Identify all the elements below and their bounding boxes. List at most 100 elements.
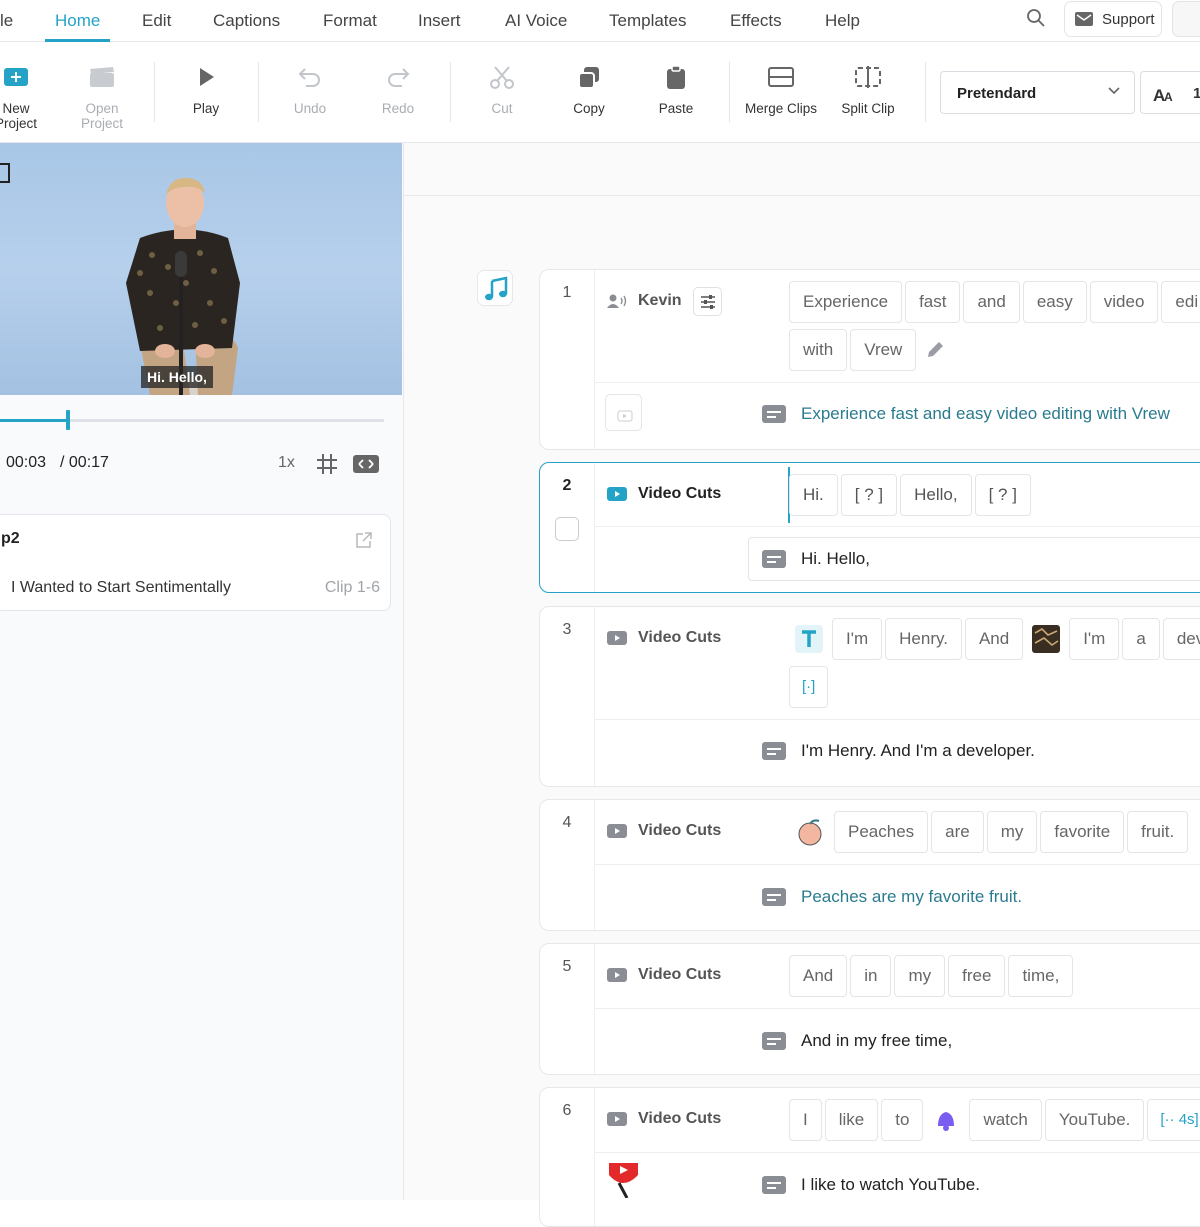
clip-1[interactable]: 1 Kevin Experience fast and easy video e… xyxy=(539,269,1200,450)
clip-5[interactable]: 5 Video Cuts And in my free time, And in… xyxy=(539,943,1200,1075)
word-chip[interactable]: [ ? ] xyxy=(974,474,1031,516)
speaker[interactable]: Video Cuts xyxy=(607,485,721,503)
word-chip[interactable]: easy xyxy=(1022,281,1087,323)
word-list: Peaches are my favorite fruit. xyxy=(789,811,1200,859)
menu-home[interactable]: Home xyxy=(55,0,100,42)
menu-captions[interactable]: Captions xyxy=(213,0,280,42)
speaker[interactable]: Video Cuts xyxy=(607,966,721,984)
clip-card[interactable]: p2 I Wanted to Start Sentimentally Clip … xyxy=(0,514,391,611)
video-preview[interactable]: Hi. Hello, xyxy=(0,143,402,395)
redo-button[interactable]: Redo xyxy=(368,42,428,142)
split-clip-button[interactable]: Split Clip xyxy=(833,42,903,142)
clip-checkbox[interactable] xyxy=(555,517,579,541)
word-chip[interactable]: my xyxy=(894,955,946,997)
peach-sticker-icon[interactable] xyxy=(789,811,831,853)
menu-edit[interactable]: Edit xyxy=(142,0,171,42)
copy-button[interactable]: Copy xyxy=(559,42,619,142)
clip-4[interactable]: 4 Video Cuts Peaches are my favorite fru… xyxy=(539,799,1200,931)
clip-2[interactable]: 2 Video Cuts Hi. [ ? ] Hello, [ ? ] Hi. … xyxy=(539,462,1200,593)
word-chip[interactable]: Experience xyxy=(789,281,903,323)
word-chip[interactable]: my xyxy=(986,811,1038,853)
image-sticker-icon[interactable] xyxy=(1026,618,1067,660)
more-button[interactable] xyxy=(1172,1,1200,37)
youtube-sticker-thumbnail[interactable] xyxy=(605,1161,642,1198)
play-button[interactable]: Play xyxy=(176,42,236,142)
speaker-name: Video Cuts xyxy=(638,822,722,839)
font-size-select[interactable]: AA 1 xyxy=(1140,71,1200,114)
word-chip[interactable]: Peaches xyxy=(834,811,929,853)
playback-timeline[interactable] xyxy=(0,410,384,430)
menu-ai-voice[interactable]: AI Voice xyxy=(505,0,567,42)
text-effect-icon[interactable] xyxy=(789,618,829,660)
playback-speed[interactable]: 1x xyxy=(278,454,295,472)
bell-sticker-icon[interactable] xyxy=(926,1099,967,1141)
word-chip[interactable]: free xyxy=(948,955,1006,997)
word-chip[interactable]: to xyxy=(881,1099,924,1141)
word-chip[interactable]: YouTube. xyxy=(1044,1099,1145,1141)
word-chip[interactable]: with xyxy=(789,329,848,371)
merge-icon xyxy=(768,66,794,88)
cut-button[interactable]: Cut xyxy=(472,42,532,142)
menu-effects[interactable]: Effects xyxy=(730,0,782,42)
background-music-button[interactable] xyxy=(477,270,513,306)
menu-format[interactable]: Format xyxy=(323,0,377,42)
timeline-thumb[interactable] xyxy=(65,410,70,430)
word-chip[interactable]: video xyxy=(1089,281,1159,323)
word-chip[interactable]: fruit. xyxy=(1127,811,1189,853)
clip-caption[interactable]: I'm Henry. And I'm a developer. xyxy=(762,741,1035,761)
silence-marker[interactable]: [·] xyxy=(789,666,829,708)
merge-clips-button[interactable]: Merge Clips xyxy=(742,42,820,142)
speaker[interactable]: Video Cuts xyxy=(607,629,721,647)
word-chip[interactable]: watch xyxy=(969,1099,1042,1141)
fit-screen-icon[interactable] xyxy=(353,455,379,473)
font-family-select[interactable]: Pretendard xyxy=(940,71,1135,114)
external-link-icon[interactable] xyxy=(355,531,373,549)
speaker[interactable]: Video Cuts xyxy=(607,822,721,840)
open-project-button[interactable]: Open Project xyxy=(72,42,132,142)
silence-marker[interactable]: [·· 4s] xyxy=(1147,1099,1200,1141)
word-chip[interactable]: fast xyxy=(905,281,961,323)
new-project-button[interactable]: New Project xyxy=(0,42,46,142)
word-chip[interactable]: I xyxy=(789,1099,822,1141)
clip-caption[interactable]: I like to watch YouTube. xyxy=(762,1175,980,1195)
clip-3[interactable]: 3 Video Cuts I'm Henry. And I'm a dev [·… xyxy=(539,606,1200,787)
word-chip[interactable]: a xyxy=(1122,618,1160,660)
editor-top-bar xyxy=(404,143,1200,196)
word-chip[interactable]: [ ? ] xyxy=(840,474,898,516)
word-chip[interactable]: in xyxy=(850,955,892,997)
word-chip[interactable]: edi xyxy=(1161,281,1200,323)
clip-6[interactable]: 6 Video Cuts I like to watch YouTube. [·… xyxy=(539,1087,1200,1227)
clip-thumbnail[interactable] xyxy=(605,394,642,431)
speaker[interactable]: Kevin xyxy=(607,292,682,310)
support-button[interactable]: Support xyxy=(1064,1,1162,37)
paste-button[interactable]: Paste xyxy=(646,42,706,142)
word-chip[interactable]: time, xyxy=(1008,955,1074,997)
word-chip[interactable]: are xyxy=(931,811,984,853)
word-chip[interactable]: I'm xyxy=(832,618,883,660)
speaker-settings-button[interactable] xyxy=(693,287,722,316)
word-chip[interactable]: Hi. xyxy=(789,474,838,516)
grid-icon[interactable] xyxy=(316,453,338,475)
word-chip[interactable]: and xyxy=(963,281,1020,323)
undo-button[interactable]: Undo xyxy=(280,42,340,142)
word-chip[interactable]: like xyxy=(824,1099,879,1141)
word-chip[interactable]: dev xyxy=(1162,618,1200,660)
word-chip[interactable]: favorite xyxy=(1040,811,1125,853)
menu-templates[interactable]: Templates xyxy=(609,0,686,42)
search-icon[interactable] xyxy=(1026,8,1050,32)
clip-caption[interactable]: Peaches are my favorite fruit. xyxy=(762,887,1022,907)
menu-file[interactable]: le xyxy=(0,0,13,42)
word-chip[interactable]: Hello, xyxy=(900,474,972,516)
clip-caption[interactable]: Hi. Hello, xyxy=(762,549,870,569)
clip-caption[interactable]: And in my free time, xyxy=(762,1031,952,1051)
menu-help[interactable]: Help xyxy=(825,0,860,42)
clip-caption[interactable]: Experience fast and easy video editing w… xyxy=(762,404,1170,424)
word-chip[interactable]: Vrew xyxy=(850,329,917,371)
word-chip[interactable]: And xyxy=(789,955,848,997)
word-chip[interactable]: I'm xyxy=(1069,618,1120,660)
word-chip[interactable]: Henry. xyxy=(885,618,962,660)
speaker[interactable]: Video Cuts xyxy=(607,1110,721,1128)
word-chip[interactable]: And xyxy=(964,618,1024,660)
edit-pencil-icon[interactable] xyxy=(919,329,952,371)
menu-insert[interactable]: Insert xyxy=(418,0,461,42)
